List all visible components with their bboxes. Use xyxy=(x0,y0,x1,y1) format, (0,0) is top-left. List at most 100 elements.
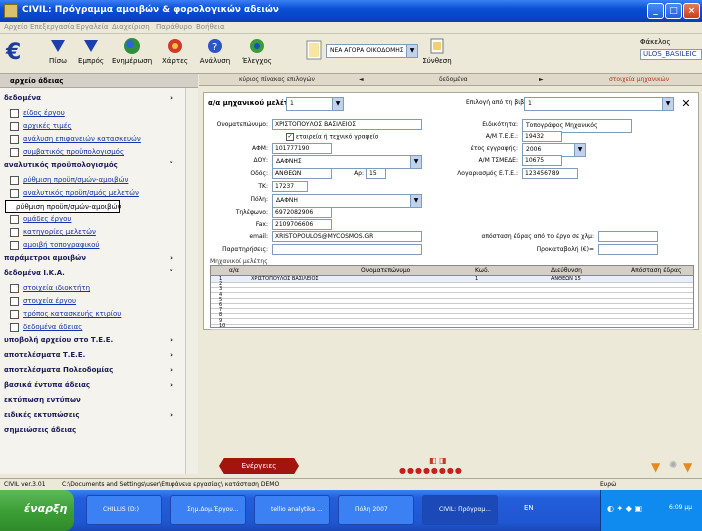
street-field[interactable]: ΑΝΘΕΩΝ xyxy=(272,168,332,179)
check-button[interactable]: Έλεγχος xyxy=(240,37,274,71)
back-button[interactable]: Πίσω xyxy=(44,37,72,71)
menu-file[interactable]: Αρχείο xyxy=(4,23,28,31)
exit-triangle-icon[interactable]: ▼ xyxy=(683,460,692,474)
down-triangle-icon[interactable]: ▼ xyxy=(651,460,660,474)
sidebar-item[interactable]: αμοιβή τοπογραφικού xyxy=(0,239,185,252)
minimize-button[interactable]: _ xyxy=(647,3,664,19)
sidebar-item[interactable]: ρύθμιση προϋπ/σμών-αμοιβών xyxy=(5,200,121,213)
sidebar-section[interactable]: εκτύπωση εντύπων xyxy=(0,394,185,407)
sidebar-section[interactable]: βασικά έντυπα άδειας › xyxy=(0,379,185,392)
nav-record-icons[interactable]: ◧ ◨ xyxy=(429,456,447,465)
sidebar-item[interactable]: τρόπος κατασκευής κτιρίου xyxy=(0,308,185,321)
nav-next-icon[interactable]: ► xyxy=(539,76,544,83)
maps-button[interactable]: Χάρτες xyxy=(160,37,190,71)
compose-button[interactable]: Σύνθεση xyxy=(422,37,452,71)
sidebar-section[interactable]: σημειώσεις άδειας xyxy=(0,424,185,437)
city-dropdown[interactable]: ΔΑΦΝΗ ▼ xyxy=(272,194,422,208)
sidebar-item[interactable]: αναλυτικός προϋπ/σμός μελετών xyxy=(0,187,185,200)
sidebar-item[interactable]: ανάλυση επιφανειών κατασκευών xyxy=(0,133,185,146)
maximize-button[interactable]: □ xyxy=(665,3,682,19)
checkbox-icon xyxy=(10,240,19,250)
engineer-no-selector[interactable]: 1 ▼ xyxy=(286,97,344,111)
menu-edit[interactable]: Επεξεργασία xyxy=(30,23,75,31)
clock: 6:09 μμ xyxy=(669,504,693,511)
project-dropdown[interactable]: ΝΕΑ ΑΓΟΡΑ ΟΙΚΟΔΟΜΗΣ ▼ xyxy=(326,44,418,58)
update-label: Ενημέρωση xyxy=(112,57,153,65)
close-button[interactable]: × xyxy=(683,3,700,19)
company-checkbox[interactable]: ✓ εταιρεία ή τεχνικό γραφείο xyxy=(286,133,378,141)
analysis-button[interactable]: ? Ανάλυση xyxy=(198,37,232,71)
activities-button[interactable]: Ενέργειες xyxy=(219,458,299,474)
checkbox-icon xyxy=(10,296,19,306)
taskbar-app[interactable]: tellio analytika ... xyxy=(254,495,330,525)
nav-data[interactable]: δεδομένα xyxy=(439,76,468,83)
account-field[interactable]: 123456789 xyxy=(522,168,578,179)
sidebar-section[interactable]: παράμετροι αμοιβών › xyxy=(0,252,185,265)
language-indicator[interactable]: EN xyxy=(524,504,534,512)
menu-manage[interactable]: Διαχείριση xyxy=(112,23,150,31)
sidebar-item[interactable]: δεδομένα άδειας xyxy=(0,321,185,334)
tee-field[interactable]: 19432 xyxy=(522,131,562,142)
sidebar-section[interactable]: δεδομένα › xyxy=(0,92,185,105)
delete-icon[interactable]: ✕ xyxy=(678,97,694,111)
forward-button[interactable]: Εμπρός xyxy=(76,37,106,71)
remarks-field[interactable] xyxy=(272,244,422,255)
record-dots-icon[interactable]: ●●●●●●●● xyxy=(399,466,463,475)
sidebar-item[interactable]: κατηγορίες μελετών xyxy=(0,226,185,239)
name-field[interactable]: ΧΡΙΣΤΟΠΟΥΛΟΣ ΒΑΣΙΛΕΙΟΣ xyxy=(272,119,422,130)
status-bar: CIVIL ver.3.01 C:\Documents and Settings… xyxy=(0,478,702,490)
no-field[interactable]: 15 xyxy=(366,168,386,179)
fax-field[interactable]: 2109706606 xyxy=(272,219,332,230)
sidebar-item[interactable]: συμβατικός προϋπολογισμός xyxy=(0,146,185,159)
sidebar-section[interactable]: ειδικές εκτυπώσεις › xyxy=(0,409,185,422)
sidebar-label: εκτύπωση εντύπων xyxy=(4,396,81,404)
sidebar-scrollbar[interactable] xyxy=(185,88,198,474)
sidebar-item[interactable]: στοιχεία ιδιοκτήτη xyxy=(0,282,185,295)
taskbar-app-active[interactable]: CIVIL: Πρόγραμ... xyxy=(422,495,498,525)
nav-prev-icon[interactable]: ◄ xyxy=(359,76,364,83)
update-button[interactable]: Ενημέρωση xyxy=(112,37,152,71)
distance-field[interactable] xyxy=(598,231,658,242)
tmede-field[interactable]: 10675 xyxy=(522,155,562,166)
menu-window[interactable]: Παράθυρο xyxy=(156,23,192,31)
analysis-label: Ανάλυση xyxy=(199,57,231,65)
sidebar-section[interactable]: αναλυτικός προϋπολογισμός ˅ xyxy=(0,159,185,172)
taskbar-app[interactable]: Πόλη 2007 xyxy=(338,495,414,525)
nav-main-menu[interactable]: κύριος πίνακας επιλογών xyxy=(239,76,315,83)
toolbar: € Πίσω Εμπρός Ενημέρωση Χάρτες ? Ανάλυση… xyxy=(0,34,702,74)
doy-dropdown[interactable]: ΔΑΦΝΗΣ ▼ xyxy=(272,155,422,169)
chevron-down-icon: ▼ xyxy=(410,156,421,168)
menu-tools[interactable]: Εργαλεία xyxy=(76,23,109,31)
taskbar-app[interactable]: CHILLIS (D:) xyxy=(86,495,162,525)
phone-label: Τηλέφωνο: xyxy=(235,209,268,216)
sidebar-item[interactable]: αρχικές τιμές xyxy=(0,120,185,133)
start-button[interactable]: έναρξη xyxy=(0,490,74,531)
afm-field[interactable]: 101777190 xyxy=(272,143,332,154)
globe-icon xyxy=(124,38,140,54)
library-dropdown[interactable]: 1 ▼ xyxy=(524,97,674,111)
project-dropdown-value: ΝΕΑ ΑΓΟΡΑ ΟΙΚΟΔΟΜΗΣ xyxy=(330,47,404,54)
sidebar-section[interactable]: δεδομένα Ι.Κ.Α. ˅ xyxy=(0,267,185,280)
sidebar-label: ομάδες έργου xyxy=(23,215,72,223)
specialty-value: Τοπογράφος Μηχανικός xyxy=(526,122,598,129)
sidebar-section[interactable]: υποβολή αρχείου στο Τ.Ε.Ε. › xyxy=(0,334,185,347)
taskbar-app[interactable]: Σημ.Δομ.Έργου... xyxy=(170,495,246,525)
sidebar-section[interactable]: αποτελέσματα Πολεοδομίας › xyxy=(0,364,185,377)
email-field[interactable]: XRISTOPOULOS@MYCOSMOS.GR xyxy=(272,231,422,242)
sidebar-item[interactable]: ρύθμιση προϋπ/σμών-αμοιβών xyxy=(0,174,185,187)
sidebar-label: είδος έργου xyxy=(23,109,65,117)
phone-field[interactable]: 6972082906 xyxy=(272,207,332,218)
tray-icons[interactable]: ◐ ✦ ◆ ▣ xyxy=(607,504,642,513)
menu-help[interactable]: Βοήθεια xyxy=(196,23,225,31)
name-label: Ονοματεπώνυμο: xyxy=(216,121,268,128)
tk-field[interactable]: 17237 xyxy=(272,181,308,192)
advance-field[interactable] xyxy=(598,244,658,255)
compose-label: Σύνθεση xyxy=(422,57,452,65)
sidebar-item[interactable]: είδος έργου xyxy=(0,107,185,120)
sidebar-item[interactable]: στοιχεία έργου xyxy=(0,295,185,308)
sidebar-section[interactable]: αποτελέσματα Τ.Ε.Ε. › xyxy=(0,349,185,362)
table-row[interactable]: 10 xyxy=(211,323,693,330)
nav-engineers[interactable]: στοιχεία μηχανικών xyxy=(609,76,669,83)
settings-icon[interactable]: ✺ xyxy=(669,460,677,471)
sidebar-item[interactable]: ομάδες έργου xyxy=(0,213,185,226)
